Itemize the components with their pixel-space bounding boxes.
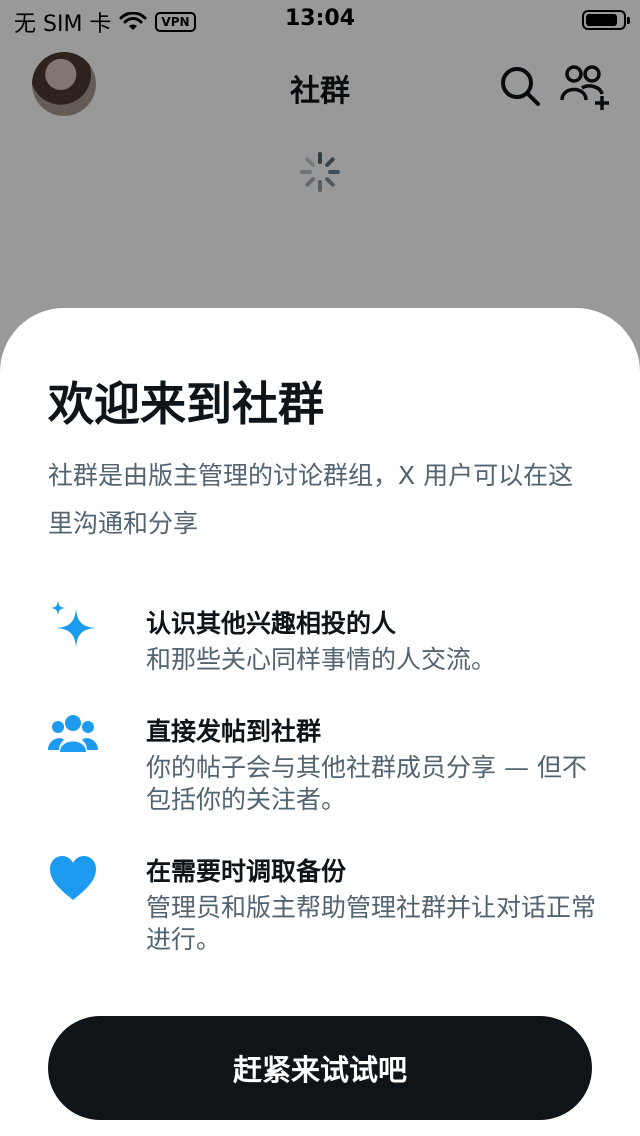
- heart-icon: [50, 856, 96, 900]
- feature-title: 认识其他兴趣相投的人: [146, 609, 397, 638]
- feature-title: 直接发帖到社群: [146, 717, 322, 746]
- feature-text: 管理员和版主帮助管理社群并让对话正常进行。: [146, 893, 597, 954]
- people-icon: [48, 715, 98, 752]
- feature-title: 在需要时调取备份: [146, 857, 347, 886]
- sheet-description: 社群是由版主管理的讨论群组，X 用户可以在这里沟通和分享: [48, 461, 574, 538]
- try-it-button[interactable]: 赶紧来试试吧: [48, 1016, 592, 1120]
- sparkle-icon: [50, 600, 96, 648]
- feature-text: 和那些关心同样事情的人交流。: [146, 645, 497, 674]
- feature-text: 你的帖子会与其他社群成员分享 — 但不包括你的关注者。: [146, 753, 587, 814]
- welcome-sheet: 欢迎来到社群 社群是由版主管理的讨论群组，X 用户可以在这里沟通和分享 认识其他…: [0, 308, 640, 1136]
- sheet-title: 欢迎来到社群: [48, 377, 324, 431]
